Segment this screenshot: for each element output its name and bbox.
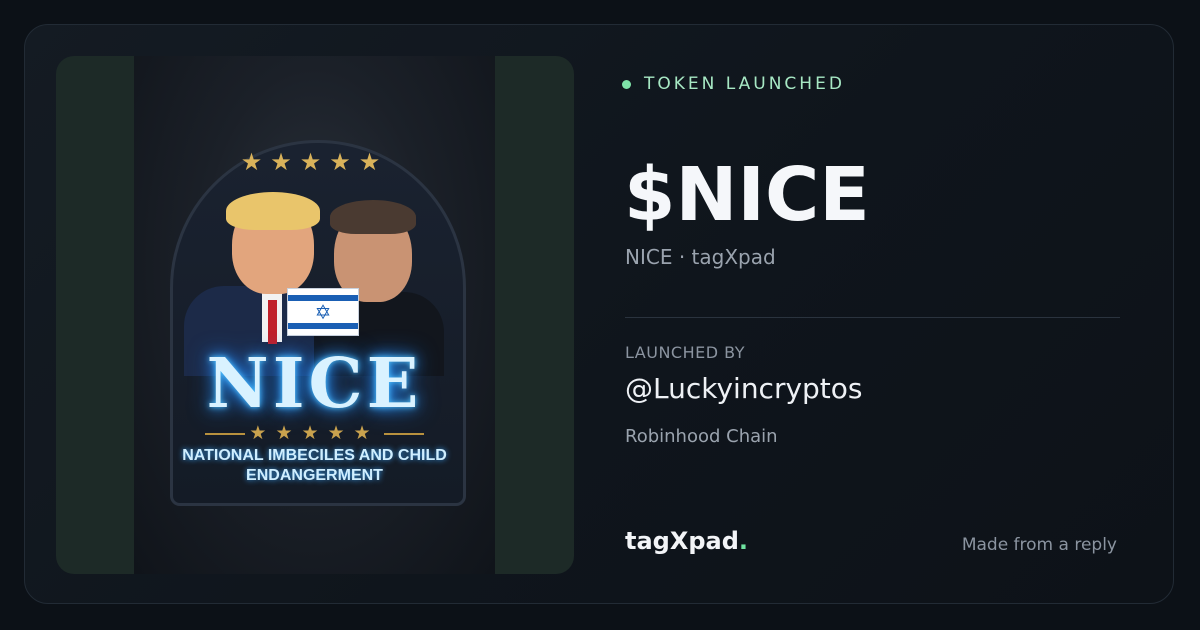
left-figure-tie: [268, 300, 277, 344]
patch-neon-word: NICE: [206, 344, 423, 424]
brand-dot: .: [738, 527, 749, 555]
launcher-handle[interactable]: @Luckyincryptos: [625, 372, 863, 405]
status-label: TOKEN LAUNCHED: [644, 74, 845, 94]
launched-by-label: LAUNCHED BY: [625, 343, 745, 362]
token-ticker: $NICE: [624, 152, 870, 238]
patch-top-stars: ★★★★★: [240, 148, 389, 176]
right-figure-hair: [330, 200, 416, 234]
brand-name: tagXpad: [625, 527, 739, 555]
chain-name: Robinhood Chain: [625, 426, 778, 447]
brand-logo: tagXpad.: [625, 527, 748, 555]
patch-motto: NATIONAL IMBECILES AND CHILD ENDANGERMEN…: [182, 447, 447, 484]
footer-note: Made from a reply: [961, 535, 1117, 555]
divider: [625, 317, 1120, 318]
patch-mid-stars: ★★★★★: [134, 422, 495, 444]
token-image: ★★★★★ ✡ NICE ★★★★★ NATIONAL IMBECILES AN…: [134, 56, 495, 574]
status-indicator: TOKEN LAUNCHED: [622, 74, 845, 94]
status-dot-icon: [622, 79, 631, 89]
token-image-frame: ★★★★★ ✡ NICE ★★★★★ NATIONAL IMBECILES AN…: [56, 56, 574, 574]
token-subtitle: NICE · tagXpad: [625, 245, 776, 269]
left-figure-hair: [226, 192, 320, 230]
flag-icon: ✡: [287, 288, 359, 336]
